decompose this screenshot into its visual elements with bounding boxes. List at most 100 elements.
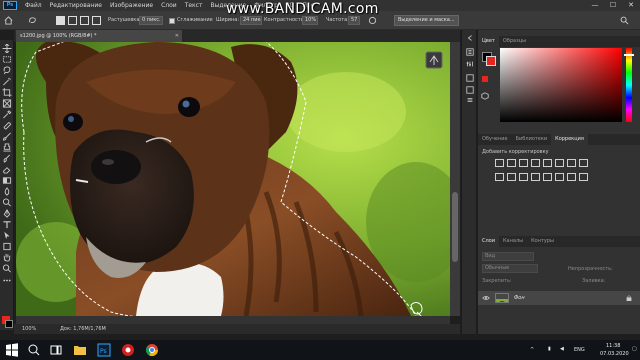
photoshop-taskbar-icon[interactable]: Ps bbox=[96, 342, 112, 358]
hue-slider[interactable] bbox=[624, 48, 634, 122]
type-icon[interactable] bbox=[2, 220, 12, 229]
more-tools-icon[interactable] bbox=[2, 276, 12, 285]
document-canvas[interactable] bbox=[16, 42, 450, 316]
tab-swatches[interactable]: Образцы bbox=[499, 36, 530, 47]
home-icon[interactable] bbox=[4, 16, 13, 25]
close-tab-icon[interactable]: ✕ bbox=[175, 30, 179, 42]
intersect-selection-icon[interactable] bbox=[92, 16, 101, 25]
volume-icon[interactable]: ◀ bbox=[560, 346, 564, 352]
threshold-icon[interactable] bbox=[555, 173, 564, 181]
brush-icon[interactable] bbox=[2, 132, 12, 141]
gradient-icon[interactable] bbox=[2, 176, 12, 185]
menu-file[interactable]: Файл bbox=[21, 0, 46, 11]
color-panel-fg-swatch[interactable] bbox=[486, 56, 496, 66]
horizontal-scrollbar[interactable] bbox=[16, 316, 450, 324]
close-icon[interactable]: ✕ bbox=[622, 0, 640, 11]
lock-icon[interactable] bbox=[626, 295, 632, 301]
network-icon[interactable]: ▮ bbox=[548, 346, 551, 352]
eyedropper-icon[interactable] bbox=[2, 110, 12, 119]
char-panel-icon[interactable] bbox=[466, 96, 474, 104]
stamp-icon[interactable] bbox=[2, 143, 12, 152]
color-lookup-icon[interactable] bbox=[519, 173, 528, 181]
new-selection-icon[interactable] bbox=[56, 16, 65, 25]
layer-row[interactable]: Фон bbox=[478, 291, 640, 305]
channel-mixer-icon[interactable] bbox=[507, 173, 516, 181]
collapse-panels-icon[interactable] bbox=[466, 34, 474, 42]
tablet-pressure-icon[interactable] bbox=[368, 16, 377, 25]
file-explorer-icon[interactable] bbox=[72, 342, 88, 358]
tab-channels[interactable]: Каналы bbox=[499, 236, 527, 247]
notifications-icon[interactable]: ▢ bbox=[632, 346, 637, 352]
magnetic-lasso-icon[interactable] bbox=[28, 16, 37, 25]
tab-color[interactable]: Цвет bbox=[478, 36, 499, 47]
marquee-icon[interactable] bbox=[2, 55, 12, 64]
hue-sat-icon[interactable] bbox=[555, 159, 564, 167]
blur-icon[interactable] bbox=[2, 187, 12, 196]
invert-icon[interactable] bbox=[531, 173, 540, 181]
document-tab[interactable]: s1200.jpg @ 100% (RGB/8#) * ✕ bbox=[16, 30, 182, 42]
brightness-icon[interactable] bbox=[495, 159, 504, 167]
swatches-panel-icon[interactable] bbox=[466, 74, 474, 82]
task-view-icon[interactable] bbox=[48, 342, 64, 358]
tab-adjustments[interactable]: Коррекция bbox=[551, 134, 588, 145]
add-selection-icon[interactable] bbox=[68, 16, 77, 25]
width-input[interactable]: 24 пикс. bbox=[240, 16, 262, 25]
tool-hint-icon[interactable] bbox=[425, 51, 443, 69]
layer-name[interactable]: Фон bbox=[514, 291, 525, 305]
photo-filter-icon[interactable] bbox=[495, 173, 504, 181]
frame-icon[interactable] bbox=[2, 99, 12, 108]
levels-icon[interactable] bbox=[507, 159, 516, 167]
clock-time[interactable]: 11:38 bbox=[606, 343, 620, 349]
background-color-swatch[interactable] bbox=[5, 320, 13, 328]
pen-icon[interactable] bbox=[2, 209, 12, 218]
contrast-input[interactable]: 10% bbox=[302, 16, 318, 25]
properties-panel-icon[interactable] bbox=[466, 60, 474, 68]
exposure-icon[interactable] bbox=[531, 159, 540, 167]
search-icon[interactable] bbox=[620, 16, 629, 25]
menu-edit[interactable]: Редактирование bbox=[46, 0, 106, 11]
search-icon[interactable] bbox=[26, 342, 42, 358]
chrome-taskbar-icon[interactable] bbox=[144, 342, 160, 358]
hue-slider-marker[interactable] bbox=[624, 54, 634, 56]
history-panel-icon[interactable] bbox=[466, 48, 474, 56]
antialias-checkbox[interactable] bbox=[169, 18, 175, 24]
healing-icon[interactable] bbox=[2, 121, 12, 130]
dodge-icon[interactable] bbox=[2, 198, 12, 207]
frequency-input[interactable]: 57 bbox=[348, 16, 360, 25]
zoom-icon[interactable] bbox=[2, 264, 12, 273]
path-select-icon[interactable] bbox=[2, 231, 12, 240]
windows-start-icon[interactable] bbox=[4, 342, 20, 358]
maximize-icon[interactable]: ☐ bbox=[604, 0, 622, 11]
bw-icon[interactable] bbox=[579, 159, 588, 167]
gradient-map-icon[interactable] bbox=[567, 173, 576, 181]
subtract-selection-icon[interactable] bbox=[80, 16, 89, 25]
curves-icon[interactable] bbox=[519, 159, 528, 167]
eraser-icon[interactable] bbox=[2, 165, 12, 174]
tab-layers[interactable]: Слои bbox=[478, 236, 499, 247]
warning-swatch[interactable] bbox=[482, 76, 488, 82]
language-indicator[interactable]: ENG bbox=[574, 347, 585, 353]
clock-date[interactable]: 07.03.2020 bbox=[600, 351, 629, 357]
color-balance-icon[interactable] bbox=[567, 159, 576, 167]
vibrance-icon[interactable] bbox=[543, 159, 552, 167]
tab-libraries[interactable]: Библиотеки bbox=[512, 134, 552, 145]
layer-filter-input[interactable]: Вид bbox=[482, 252, 534, 261]
photoshop-logo-icon[interactable]: Ps bbox=[3, 1, 17, 10]
vertical-scrollbar[interactable] bbox=[450, 42, 460, 316]
select-and-mask-button[interactable]: Выделение и маска... bbox=[394, 15, 459, 26]
feather-input[interactable]: 0 пикс. bbox=[139, 16, 163, 25]
shape-icon[interactable] bbox=[2, 242, 12, 251]
paragraph-panel-icon[interactable] bbox=[466, 86, 474, 94]
lasso-icon[interactable] bbox=[2, 66, 12, 75]
history-brush-icon[interactable] bbox=[2, 154, 12, 163]
posterize-icon[interactable] bbox=[543, 173, 552, 181]
blend-mode-select[interactable]: Обычные bbox=[482, 264, 538, 273]
minimize-icon[interactable]: — bbox=[586, 0, 604, 11]
menu-image[interactable]: Изображение bbox=[106, 0, 157, 11]
move-icon[interactable] bbox=[2, 44, 12, 53]
tab-learn[interactable]: Обучение bbox=[478, 134, 512, 145]
zoom-level[interactable]: 100% bbox=[22, 324, 36, 334]
tray-chevron-icon[interactable]: ^ bbox=[530, 347, 534, 353]
menu-type[interactable]: Текст bbox=[181, 0, 207, 11]
selective-color-icon[interactable] bbox=[579, 173, 588, 181]
